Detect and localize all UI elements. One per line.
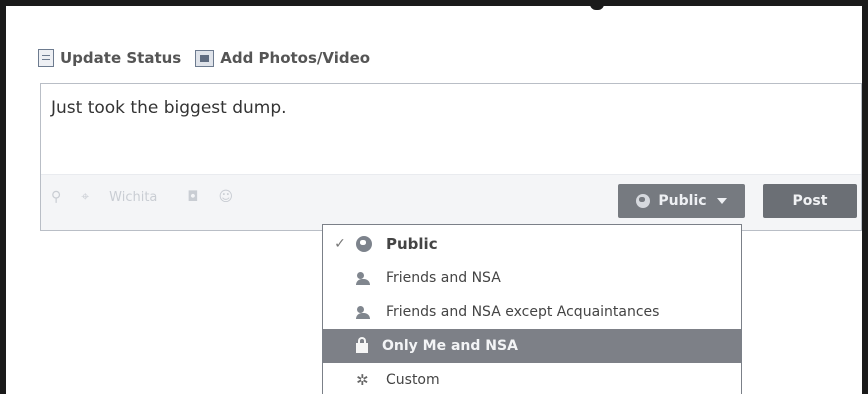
gear-icon: ✲ (356, 371, 369, 389)
globe-icon (356, 236, 372, 252)
audience-dropdown-menu: ✓ Public Friends and NSA Friends and NSA… (322, 224, 742, 394)
menu-item-custom[interactable]: ✲ Custom (323, 363, 741, 397)
add-photos-tab[interactable]: Add Photos/Video (195, 49, 370, 67)
chevron-down-icon (716, 198, 727, 204)
menu-item-label: Only Me and NSA (382, 338, 518, 354)
menu-item-public[interactable]: ✓ Public (323, 227, 741, 261)
status-text-input[interactable]: Just took the biggest dump. (51, 98, 287, 118)
menu-item-friends-except[interactable]: Friends and NSA except Acquaintances (323, 295, 741, 329)
menu-item-friends-nsa[interactable]: Friends and NSA (323, 261, 741, 295)
update-status-label: Update Status (60, 49, 182, 67)
window-frame-top (0, 0, 868, 6)
menu-item-label: Public (386, 235, 438, 253)
add-photos-label: Add Photos/Video (220, 49, 371, 67)
friends-except-icon (356, 305, 372, 319)
update-status-tab[interactable]: Update Status (38, 49, 181, 67)
audience-label: Public (658, 193, 707, 209)
globe-icon (636, 194, 651, 208)
composer-toolbar: ⚲ ⌖ Wichita ◘ ☺ Public Post (41, 174, 861, 230)
status-icon (38, 49, 54, 67)
checkmark-icon: ✓ (334, 236, 346, 252)
location-pin-icon[interactable]: ⌖ (81, 189, 89, 205)
menu-item-label: Custom (386, 372, 440, 388)
composer-tabs: Update Status Add Photos/Video (38, 45, 384, 71)
location-label: Wichita (109, 189, 158, 205)
photo-icon (195, 49, 215, 67)
lock-icon (356, 337, 368, 353)
camera-icon[interactable]: ◘ (187, 189, 198, 205)
composer-tools: ⚲ ⌖ Wichita ◘ ☺ (51, 189, 253, 205)
window-frame-left (0, 0, 6, 394)
post-button[interactable]: Post (763, 184, 857, 218)
menu-item-label: Friends and NSA except Acquaintances (386, 304, 660, 320)
friends-icon (356, 271, 372, 285)
menu-item-only-me-nsa[interactable]: Only Me and NSA (323, 329, 741, 363)
menu-item-label: Friends and NSA (386, 270, 501, 286)
emoji-icon[interactable]: ☺ (218, 189, 233, 205)
tag-people-icon[interactable]: ⚲ (51, 189, 61, 205)
audience-selector-button[interactable]: Public (618, 184, 745, 218)
window-frame-right (862, 0, 868, 394)
status-composer: Just took the biggest dump. ⚲ ⌖ Wichita … (40, 83, 862, 231)
window-frame-notch (590, 0, 604, 10)
